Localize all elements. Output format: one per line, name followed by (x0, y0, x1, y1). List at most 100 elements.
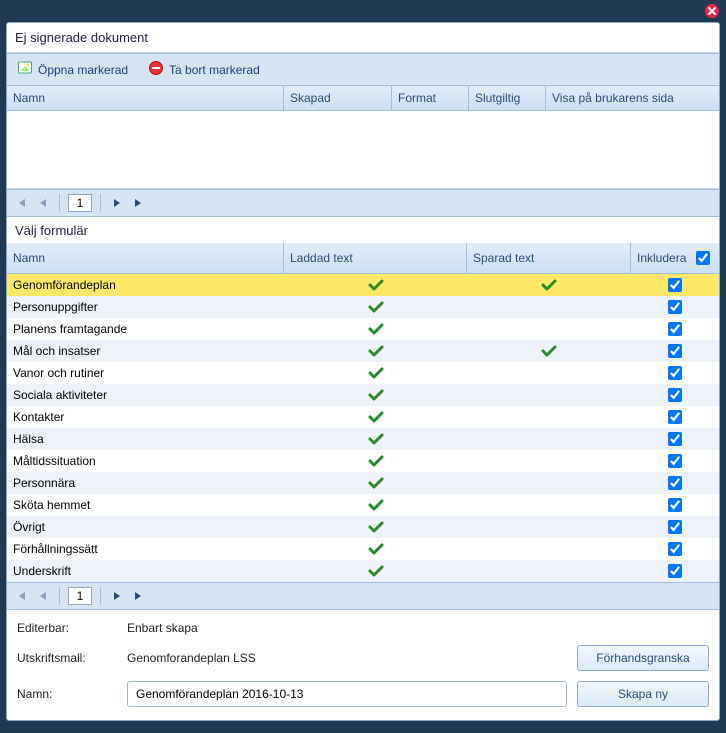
include-all-checkbox[interactable] (696, 251, 710, 265)
form-row-loaded (284, 451, 467, 471)
name-field[interactable] (127, 681, 567, 707)
pager2-last-icon[interactable] (131, 588, 147, 604)
create-new-button[interactable]: Skapa ny (577, 681, 709, 707)
form-row-loaded (284, 561, 467, 581)
form-row-saved (467, 523, 631, 531)
close-icon[interactable] (704, 3, 720, 19)
include-checkbox[interactable] (668, 498, 682, 512)
preview-button[interactable]: Förhandsgranska (577, 645, 709, 671)
pager-prev-icon[interactable] (35, 195, 51, 211)
form-row-name: Hälsa (7, 428, 284, 450)
pager2-page-input[interactable] (68, 587, 92, 605)
docs-col-created[interactable]: Skapad (284, 86, 392, 110)
form-row[interactable]: Sköta hemmet (7, 494, 719, 516)
form-row[interactable]: Mål och insatser (7, 340, 719, 362)
include-checkbox[interactable] (668, 344, 682, 358)
pager2-first-icon[interactable] (13, 588, 29, 604)
open-icon (17, 60, 33, 79)
include-checkbox[interactable] (668, 432, 682, 446)
form-row-name: Sköta hemmet (7, 494, 284, 516)
form-row-name: Planens framtagande (7, 318, 284, 340)
form-row-name: Vanor och rutiner (7, 362, 284, 384)
form-row[interactable]: Underskrift (7, 560, 719, 582)
form-row-saved (467, 435, 631, 443)
docs-col-name[interactable]: Namn (7, 86, 284, 110)
form-row-name: Genomförandeplan (7, 274, 284, 296)
form-row[interactable]: Sociala aktiviteter (7, 384, 719, 406)
form-row-saved (467, 479, 631, 487)
pager-page-input[interactable] (68, 194, 92, 212)
check-icon (473, 279, 625, 291)
form-row-loaded (284, 341, 467, 361)
pager2-next-icon[interactable] (109, 588, 125, 604)
include-checkbox[interactable] (668, 366, 682, 380)
check-icon (290, 345, 461, 357)
forms-col-saved[interactable]: Sparad text (467, 243, 631, 273)
form-row-loaded (284, 319, 467, 339)
form-row[interactable]: Personuppgifter (7, 296, 719, 318)
form-row[interactable]: Planens framtagande (7, 318, 719, 340)
pager2-prev-icon[interactable] (35, 588, 51, 604)
form-row-loaded (284, 495, 467, 515)
include-checkbox[interactable] (668, 300, 682, 314)
include-checkbox[interactable] (668, 410, 682, 424)
form-row-saved (467, 303, 631, 311)
form-row-name: Personnära (7, 472, 284, 494)
docs-col-visible[interactable]: Visa på brukarens sida (546, 86, 719, 110)
include-checkbox[interactable] (668, 476, 682, 490)
form-row-saved (467, 275, 631, 295)
form-row-saved (467, 413, 631, 421)
pager-first-icon[interactable] (13, 195, 29, 211)
form-row-loaded (284, 517, 467, 537)
include-checkbox[interactable] (668, 520, 682, 534)
template-label: Utskriftsmall: (17, 651, 117, 665)
form-row[interactable]: Förhållningssätt (7, 538, 719, 560)
forms-col-name[interactable]: Namn (7, 243, 284, 273)
include-checkbox[interactable] (668, 388, 682, 402)
pager-last-icon[interactable] (131, 195, 147, 211)
pager-next-icon[interactable] (109, 195, 125, 211)
delete-marked-button[interactable]: Ta bort markerad (144, 58, 264, 81)
form-row-name: Sociala aktiviteter (7, 384, 284, 406)
forms-col-loaded[interactable]: Laddad text (284, 243, 467, 273)
check-icon (290, 433, 461, 445)
form-row[interactable]: Personnära (7, 472, 719, 494)
check-icon (290, 279, 461, 291)
include-checkbox[interactable] (668, 564, 682, 578)
form-row-name: Förhållningssätt (7, 538, 284, 560)
form-row[interactable]: Kontakter (7, 406, 719, 428)
check-icon (290, 411, 461, 423)
form-row-name: Mål och insatser (7, 340, 284, 362)
form-row-saved (467, 457, 631, 465)
delete-marked-label: Ta bort markerad (169, 63, 260, 77)
form-row-loaded (284, 297, 467, 317)
form-row-name: Underskrift (7, 560, 284, 582)
docs-pager (7, 189, 719, 217)
form-row[interactable]: Genomförandeplan (7, 274, 719, 296)
include-checkbox[interactable] (668, 322, 682, 336)
docs-col-format[interactable]: Format (392, 86, 469, 110)
form-row[interactable]: Övrigt (7, 516, 719, 538)
check-icon (290, 477, 461, 489)
forms-col-include-label: Inkludera (637, 251, 686, 265)
include-checkbox[interactable] (668, 454, 682, 468)
name-label: Namn: (17, 687, 117, 701)
include-checkbox[interactable] (668, 542, 682, 556)
form-row[interactable]: Måltidssituation (7, 450, 719, 472)
form-row-name: Övrigt (7, 516, 284, 538)
form-row[interactable]: Vanor och rutiner (7, 362, 719, 384)
form-row-loaded (284, 539, 467, 559)
editable-value: Enbart skapa (127, 621, 709, 635)
form-row-name: Måltidssituation (7, 450, 284, 472)
docs-col-final[interactable]: Slutgiltig (469, 86, 546, 110)
check-icon (290, 301, 461, 313)
form-row[interactable]: Hälsa (7, 428, 719, 450)
form-row-loaded (284, 385, 467, 405)
form-row-loaded (284, 429, 467, 449)
editable-label: Editerbar: (17, 621, 117, 635)
include-checkbox[interactable] (668, 278, 682, 292)
check-icon (290, 367, 461, 379)
open-marked-label: Öppna markerad (38, 63, 128, 77)
forms-col-include[interactable]: Inkludera (631, 243, 719, 273)
open-marked-button[interactable]: Öppna markerad (13, 58, 132, 81)
